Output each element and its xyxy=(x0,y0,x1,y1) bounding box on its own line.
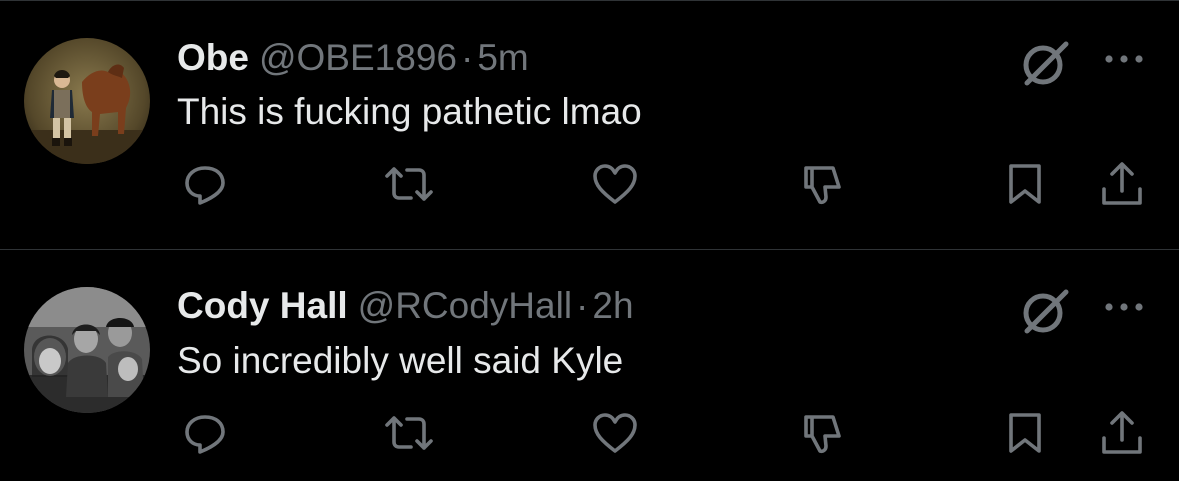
reply-tweet[interactable]: Obe @OBE1896 · 5m This is fucking pathetic … xyxy=(0,0,1179,249)
share-icon[interactable] xyxy=(1092,403,1152,463)
action-bar xyxy=(0,403,1179,463)
separator-dot: · xyxy=(576,285,589,326)
tweet-text: This is fucking pathetic lmao xyxy=(177,91,642,132)
dislike-icon[interactable] xyxy=(790,403,850,463)
bookmark-icon[interactable] xyxy=(995,403,1055,463)
action-bar xyxy=(0,154,1179,214)
timestamp[interactable]: 2h xyxy=(592,285,633,326)
reply-icon[interactable] xyxy=(175,403,235,463)
separator-dot: · xyxy=(460,37,474,78)
reply-icon[interactable] xyxy=(175,154,235,214)
user-handle[interactable]: @OBE1896 xyxy=(259,37,457,78)
timestamp[interactable]: 5m xyxy=(477,37,528,78)
tweet-header: Cody Hall @RCodyHall · 2h xyxy=(177,284,634,328)
avatar[interactable] xyxy=(24,287,150,413)
display-name[interactable]: Cody Hall xyxy=(177,285,348,326)
tweet-header: Obe @OBE1896 · 5m xyxy=(177,36,529,80)
display-name[interactable]: Obe xyxy=(177,37,249,78)
bookmark-icon[interactable] xyxy=(995,154,1055,214)
grok-icon[interactable] xyxy=(1019,284,1073,338)
like-icon[interactable] xyxy=(585,154,645,214)
user-handle[interactable]: @RCodyHall xyxy=(358,285,572,326)
more-options-icon[interactable] xyxy=(1100,292,1148,322)
tweet-text: So incredibly well said Kyle xyxy=(177,340,624,381)
repost-icon[interactable] xyxy=(379,154,439,214)
dislike-icon[interactable] xyxy=(790,154,850,214)
share-icon[interactable] xyxy=(1092,154,1152,214)
more-options-icon[interactable] xyxy=(1100,44,1148,74)
like-icon[interactable] xyxy=(585,403,645,463)
grok-icon[interactable] xyxy=(1019,36,1073,90)
avatar[interactable] xyxy=(24,38,150,164)
repost-icon[interactable] xyxy=(379,403,439,463)
reply-tweet[interactable]: Cody Hall @RCodyHall · 2h So incredibly wel… xyxy=(0,250,1179,481)
